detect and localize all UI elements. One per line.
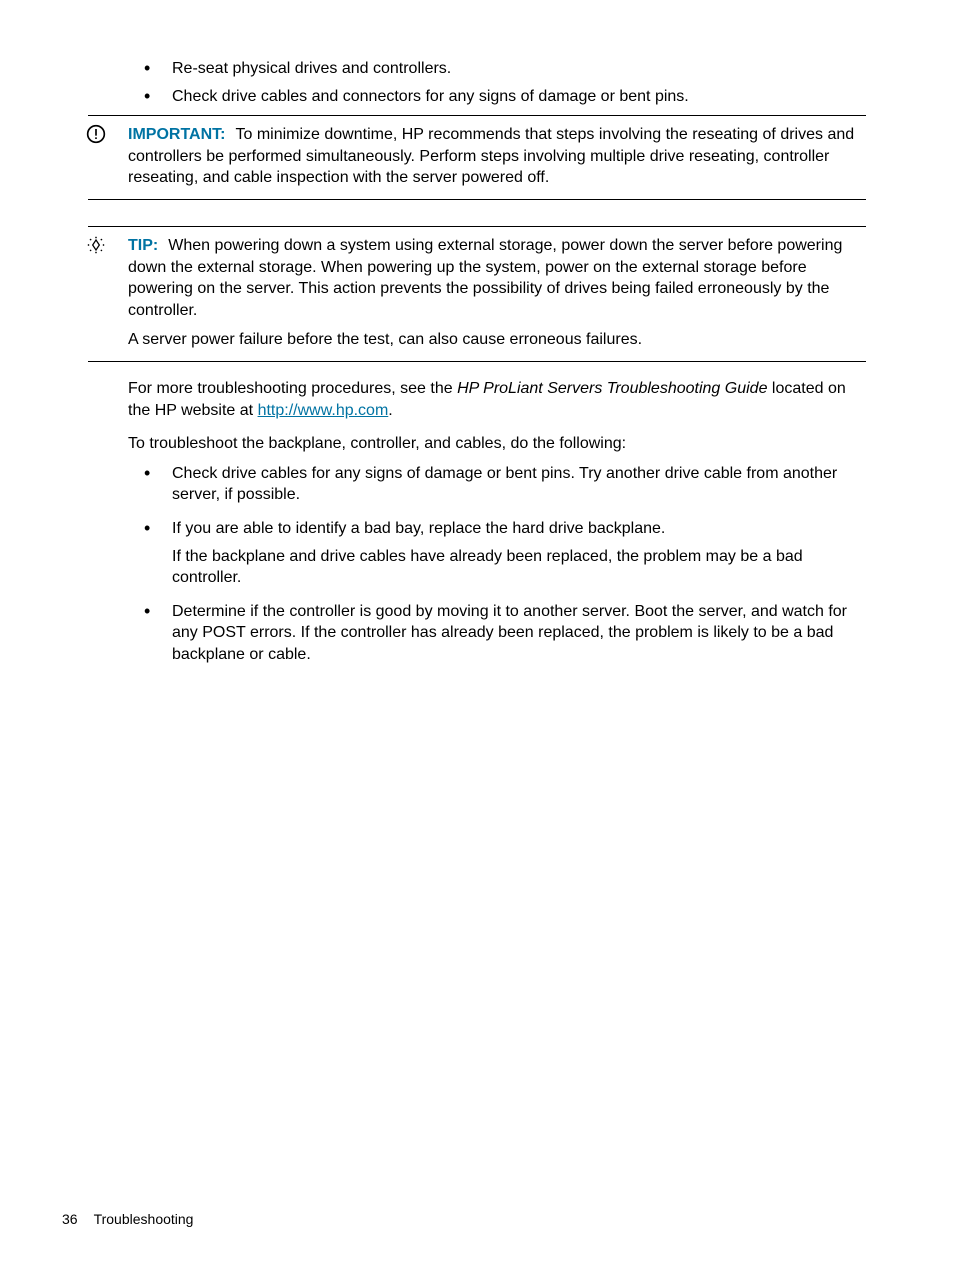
page-number: 36 [62,1211,78,1227]
tip-extra-text: A server power failure before the test, … [128,329,866,351]
important-text: To minimize downtime, HP recommends that… [128,126,854,186]
list-item: Check drive cables for any signs of dama… [144,463,866,506]
list-item-text: Check drive cables and connectors for an… [172,88,689,105]
list-item-subtext: If the backplane and drive cables have a… [172,546,866,589]
text-fragment: . [388,402,392,419]
tip-callout: TIP:When powering down a system using ex… [88,226,866,362]
hp-website-link[interactable]: http://www.hp.com [258,402,389,419]
list-item: Check drive cables and connectors for an… [144,86,866,108]
list-item-text: Re-seat physical drives and controllers. [172,60,451,77]
section-title: Troubleshooting [94,1211,194,1227]
list-item-text: Determine if the controller is good by m… [172,603,847,663]
list-item: Re-seat physical drives and controllers. [144,58,866,80]
important-label: IMPORTANT: [128,126,225,143]
guide-title: HP ProLiant Servers Troubleshooting Guid… [457,380,767,397]
troubleshoot-intro: To troubleshoot the backplane, controlle… [128,433,866,455]
page-footer: 36 Troubleshooting [62,1210,193,1229]
list-item: If you are able to identify a bad bay, r… [144,518,866,589]
text-fragment: For more troubleshooting procedures, see… [128,380,457,397]
list-item-text: Check drive cables for any signs of dama… [172,465,837,504]
troubleshoot-steps-list: Check drive cables for any signs of dama… [128,463,866,666]
tip-text: When powering down a system using extern… [128,237,842,319]
list-item: Determine if the controller is good by m… [144,601,866,666]
more-procedures-paragraph: For more troubleshooting procedures, see… [128,378,866,421]
important-icon [86,124,108,146]
important-callout: IMPORTANT:To minimize downtime, HP recom… [88,115,866,200]
tip-icon [86,235,108,257]
intro-bullet-list: Re-seat physical drives and controllers.… [88,58,866,107]
tip-label: TIP: [128,237,158,254]
list-item-text: If you are able to identify a bad bay, r… [172,520,665,537]
